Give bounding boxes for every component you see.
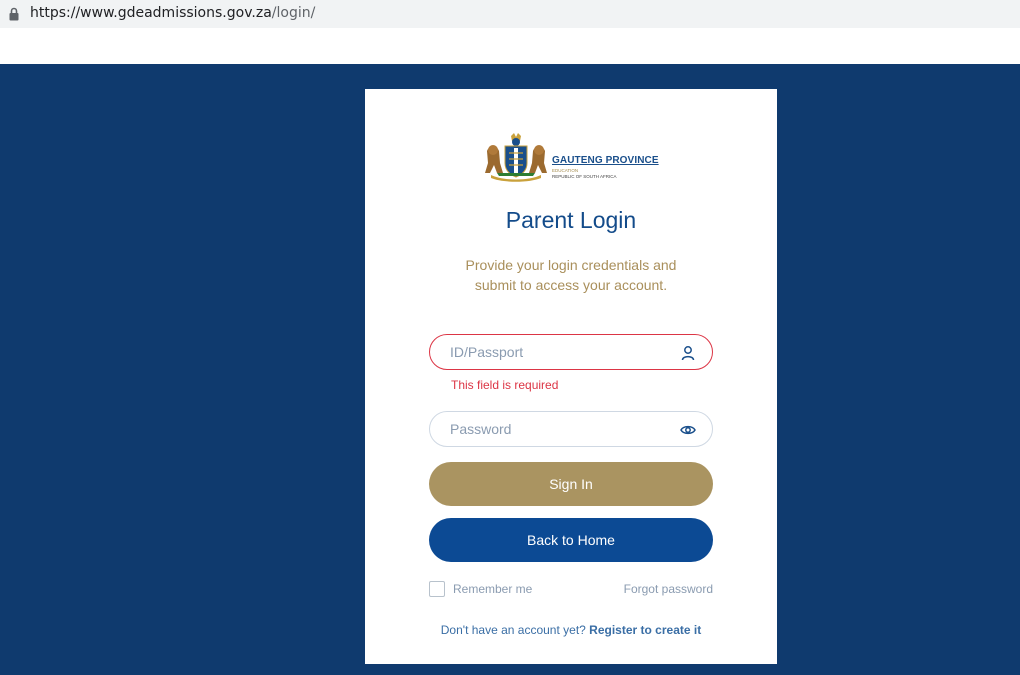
remember-me-label: Remember me xyxy=(453,582,533,596)
remember-me[interactable]: Remember me xyxy=(429,581,532,597)
password-field xyxy=(429,411,713,447)
password-input[interactable] xyxy=(450,412,680,446)
user-icon xyxy=(681,346,695,361)
logo-province-name: GAUTENG PROVINCE xyxy=(552,155,659,166)
id-field-error: This field is required xyxy=(451,378,559,392)
forgot-password-link[interactable]: Forgot password xyxy=(624,582,713,596)
url-host: https://www.gdeadmissions.gov.za xyxy=(30,5,272,21)
page-title: Parent Login xyxy=(505,207,637,233)
remember-me-checkbox[interactable] xyxy=(429,581,445,597)
login-card: GAUTENG PROVINCE EDUCATION REPUBLIC OF S… xyxy=(365,89,777,664)
logo-country: REPUBLIC OF SOUTH AFRICA xyxy=(552,174,617,179)
coat-of-arms-logo xyxy=(485,133,547,182)
lock-icon xyxy=(9,7,19,21)
login-subtitle: Provide your login credentials and submi… xyxy=(465,257,677,293)
browser-address-bar[interactable]: https://www.gdeadmissions.gov.za/login/ xyxy=(0,0,1020,28)
id-passport-input[interactable] xyxy=(450,335,680,369)
id-passport-field xyxy=(429,334,713,370)
eye-icon[interactable] xyxy=(680,422,696,438)
gauteng-logo: GAUTENG PROVINCE EDUCATION REPUBLIC OF S… xyxy=(483,133,663,183)
back-to-home-button[interactable]: Back to Home xyxy=(429,518,713,562)
register-link[interactable]: Register to create it xyxy=(589,623,701,637)
url-path: /login/ xyxy=(271,5,316,21)
url-text[interactable]: https://www.gdeadmissions.gov.za/login/ xyxy=(30,5,315,21)
logo-department: EDUCATION xyxy=(552,168,579,173)
no-account-text: Don't have an account yet? xyxy=(440,623,586,637)
page-header-strip xyxy=(0,28,1020,64)
sign-in-button[interactable]: Sign In xyxy=(429,462,713,506)
register-prompt: Don't have an account yet? Register to c… xyxy=(365,623,777,637)
